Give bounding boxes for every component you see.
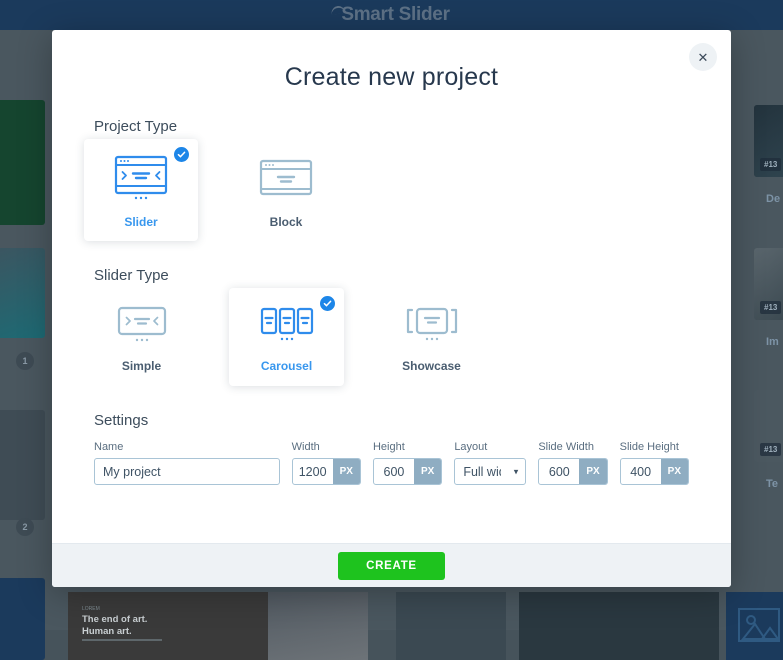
close-icon[interactable]: ✕ [689, 43, 717, 71]
width-input-group: PX [292, 458, 361, 485]
background-card-right-2: #13 [754, 248, 783, 320]
width-label: Width [292, 441, 361, 453]
slide-height-input[interactable] [621, 459, 661, 484]
card-badge: #13 [760, 301, 781, 314]
card-badge: #13 [760, 158, 781, 171]
name-input[interactable] [94, 458, 280, 485]
create-button[interactable]: CREATE [338, 552, 445, 580]
background-card-navy [0, 578, 45, 660]
width-unit: PX [333, 459, 360, 484]
background-card-label-2: Im [766, 336, 779, 348]
card-badge: #13 [760, 443, 781, 456]
background-card-right-3: #13 [754, 390, 783, 462]
slide-width-input-group: PX [538, 458, 607, 485]
background-thumb-artwork: LOREM The end of art. Human art. [68, 592, 268, 660]
slide-width-input[interactable] [539, 459, 579, 484]
step-badge-2: 2 [16, 518, 34, 536]
check-icon [174, 147, 189, 162]
project-type-slider-label: Slider [124, 215, 157, 229]
block-icon [259, 153, 313, 205]
layout-label: Layout [454, 441, 526, 453]
slider-type-showcase-label: Showcase [402, 359, 461, 373]
layout-select-wrap: Full width ▾ [454, 458, 526, 485]
name-field: Name [94, 441, 280, 485]
slider-type-simple-label: Simple [122, 359, 161, 373]
app-header: Smart Slider [0, 0, 783, 30]
carousel-icon [259, 303, 315, 349]
width-field: Width PX [292, 441, 361, 485]
project-type-heading: Project Type [94, 118, 689, 135]
smart-slider-logo: Smart Slider [333, 4, 449, 26]
settings-fields: Name Width PX Height PX Layout [94, 441, 689, 485]
slider-icon [114, 153, 168, 205]
height-input[interactable] [374, 459, 414, 484]
slider-type-simple[interactable]: Simple [84, 288, 199, 386]
project-type-block[interactable]: Block [229, 139, 343, 241]
slider-type-options: Simple [84, 288, 689, 386]
project-type-options: Slider Block [84, 139, 689, 241]
logo-text: Smart Slider [341, 4, 449, 25]
page-title: Create new project [94, 30, 689, 92]
image-placeholder-icon [738, 608, 780, 642]
check-icon [320, 296, 335, 311]
layout-field: Layout Full width ▾ [454, 441, 526, 485]
project-type-block-label: Block [270, 215, 303, 229]
thumb-title-1: The end of art. [82, 614, 147, 625]
simple-icon [117, 303, 167, 349]
height-unit: PX [414, 459, 441, 484]
slide-width-label: Slide Width [538, 441, 607, 453]
slide-height-label: Slide Height [620, 441, 689, 453]
thumb-line [82, 639, 162, 641]
thumb-eyebrow: LOREM [82, 606, 100, 612]
slider-type-carousel[interactable]: Carousel [229, 288, 344, 386]
slider-type-heading: Slider Type [94, 267, 689, 284]
thumb-title-2: Human art. [82, 626, 132, 637]
slide-width-unit: PX [579, 459, 606, 484]
background-card-teal [0, 248, 45, 338]
background-card-label-1: De [766, 193, 780, 205]
slide-width-field: Slide Width PX [538, 441, 607, 485]
background-thumb-dark [396, 592, 506, 660]
slide-height-unit: PX [661, 459, 688, 484]
modal-body: ✕ Create new project Project Type [52, 30, 731, 543]
slider-type-showcase[interactable]: Showcase [374, 288, 489, 386]
slide-height-field: Slide Height PX [620, 441, 689, 485]
step-badge-1: 1 [16, 352, 34, 370]
height-field: Height PX [373, 441, 442, 485]
background-card-dark [0, 410, 45, 520]
showcase-icon [404, 303, 460, 349]
background-thumb-texture [519, 592, 719, 660]
background-card-green [0, 100, 45, 225]
background-thumb-placeholder [726, 592, 783, 660]
name-label: Name [94, 441, 280, 453]
project-type-slider[interactable]: Slider [84, 139, 198, 241]
slide-height-input-group: PX [620, 458, 689, 485]
background-card-right-1: #13 [754, 105, 783, 177]
width-input[interactable] [293, 459, 333, 484]
height-label: Height [373, 441, 442, 453]
background-thumb-portrait [268, 592, 368, 660]
modal-footer: CREATE [52, 543, 731, 587]
slider-type-carousel-label: Carousel [261, 359, 312, 373]
layout-select[interactable]: Full width [454, 458, 526, 485]
settings-heading: Settings [94, 412, 689, 429]
create-project-modal: ✕ Create new project Project Type [52, 30, 731, 587]
height-input-group: PX [373, 458, 442, 485]
background-card-label-3: Te [766, 478, 778, 490]
